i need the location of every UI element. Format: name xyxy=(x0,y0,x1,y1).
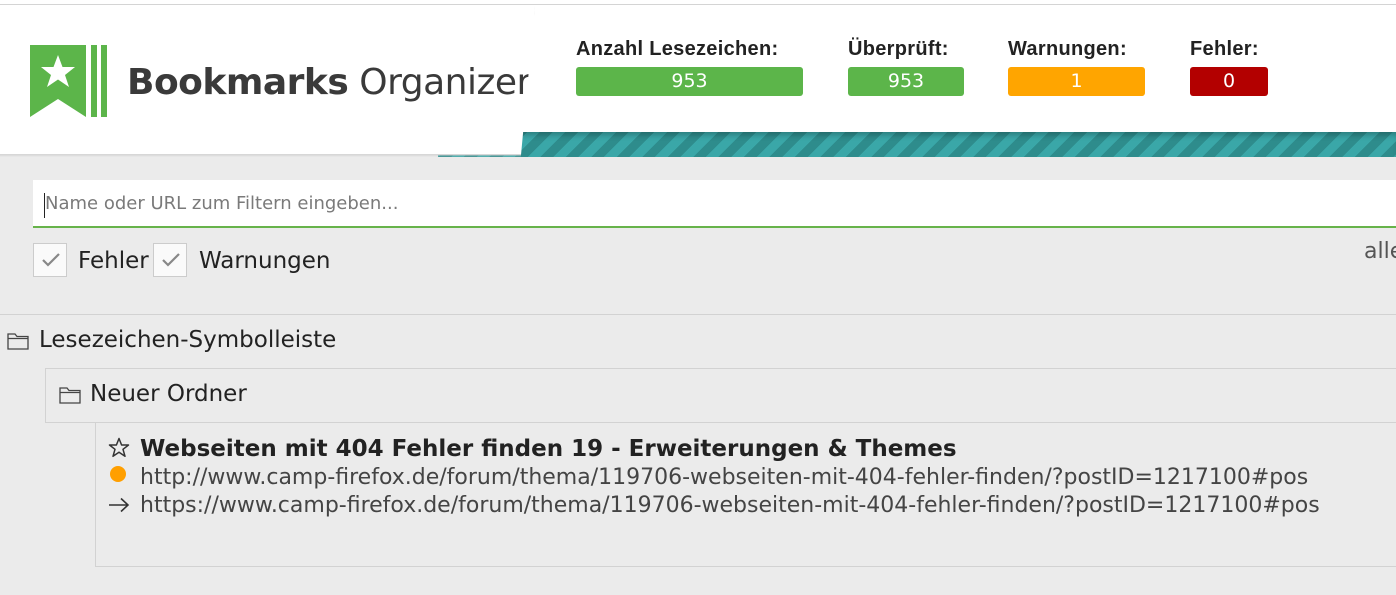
warning-status-dot xyxy=(110,466,126,482)
text-cursor xyxy=(44,193,45,218)
stat-errors-label: Fehler: xyxy=(1190,38,1259,60)
folder-name: Neuer Ordner xyxy=(90,381,247,407)
stat-checked: Überprüft: 953 xyxy=(848,36,964,96)
bookmark-title[interactable]: Webseiten mit 404 Fehler finden 19 - Erw… xyxy=(140,434,957,464)
bookmark-star-logo-icon xyxy=(30,45,107,117)
stat-warnings: Warnungen: 1 xyxy=(1008,36,1145,96)
bookmark-redirect-url[interactable]: https://www.camp-firefox.de/forum/thema/… xyxy=(140,492,1320,520)
redirect-arrow-icon xyxy=(109,497,130,513)
folder-row-new-folder[interactable]: Neuer Ordner xyxy=(45,368,1396,423)
stat-warnings-badge: 1 xyxy=(1008,67,1145,96)
filter-input[interactable] xyxy=(33,180,1396,228)
folder-name: Lesezeichen-Symbolleiste xyxy=(39,327,337,353)
stat-total-label: Anzahl Lesezeichen: xyxy=(576,38,779,60)
bookmark-url[interactable]: http://www.camp-firefox.de/forum/thema/1… xyxy=(140,464,1308,492)
checkmark-icon xyxy=(162,253,180,267)
header-stripe-decoration xyxy=(438,132,1396,157)
errors-checkbox[interactable] xyxy=(33,243,67,277)
select-all-link[interactable]: alle xyxy=(1364,237,1396,267)
app-title-bold: Bookmarks xyxy=(127,62,349,103)
app-title-light: Organizer xyxy=(359,62,531,103)
star-icon[interactable] xyxy=(108,437,130,458)
folder-row-toolbar[interactable]: Lesezeichen-Symbolleiste xyxy=(0,314,1396,369)
stat-checked-badge: 953 xyxy=(848,67,964,96)
warnings-checkbox[interactable] xyxy=(153,243,187,277)
stat-total: Anzahl Lesezeichen: 953 xyxy=(576,36,803,96)
stat-errors: Fehler: 0 xyxy=(1190,36,1268,96)
logo-shadow xyxy=(0,154,521,157)
stat-errors-badge: 0 xyxy=(1190,67,1268,96)
folder-icon xyxy=(7,333,29,350)
checkmark-icon xyxy=(42,253,60,267)
errors-checkbox-label[interactable]: Fehler xyxy=(78,246,149,276)
stat-total-badge: 953 xyxy=(576,67,803,96)
app-title: Bookmarks Organizer xyxy=(127,58,531,108)
logo-panel: Bookmarks Organizer xyxy=(0,5,535,155)
stat-checked-label: Überprüft: xyxy=(848,38,949,60)
folder-icon xyxy=(59,387,81,404)
warnings-checkbox-label[interactable]: Warnungen xyxy=(199,246,330,276)
stat-warnings-label: Warnungen: xyxy=(1008,38,1127,60)
